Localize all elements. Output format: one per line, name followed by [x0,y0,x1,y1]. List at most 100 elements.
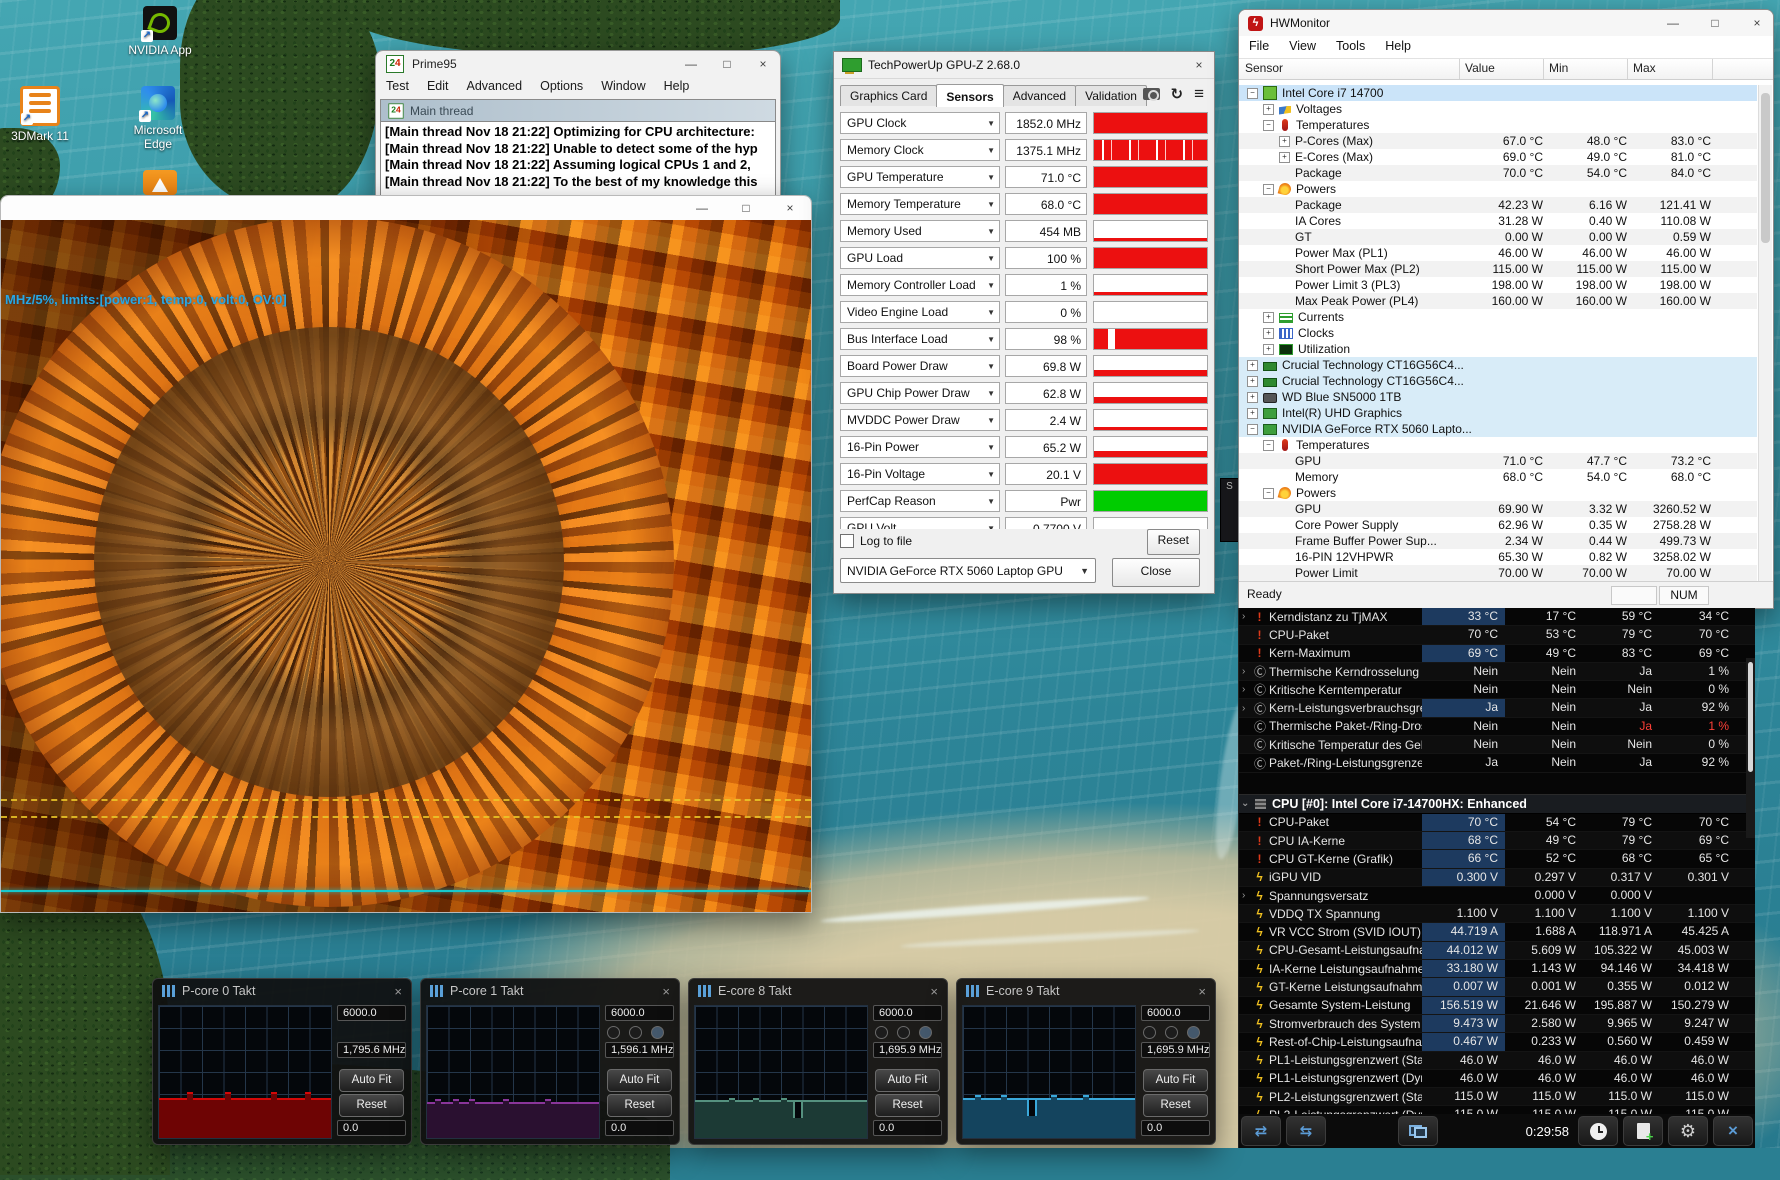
tree-expand-icon[interactable]: + [1263,104,1274,115]
hwinfo-sensor-row[interactable]: ϟGT-Kerne Leistungsaufnahme0.007 W0.001 … [1239,978,1755,996]
tree-expand-icon[interactable]: − [1247,88,1258,99]
col-value[interactable]: Value [1465,61,1495,75]
y-min-box[interactable]: 0.0 [1141,1120,1210,1136]
hwmonitor-tree-row[interactable]: GT0.00 W0.00 W0.59 W [1239,229,1757,245]
hwmonitor-tree-row[interactable]: +E-Cores (Max)69.0 °C49.0 °C81.0 °C [1239,149,1757,165]
tab-sensors[interactable]: Sensors [936,84,1003,107]
hwmonitor-tree-row[interactable]: −NVIDIA GeForce RTX 5060 Lapto... [1239,421,1757,437]
reset-button[interactable]: Reset [1147,529,1200,555]
arrows-swap-button[interactable]: ⇄ [1241,1116,1281,1146]
y-max-box[interactable]: 6000.0 [337,1005,406,1021]
minimize-button[interactable]: — [684,57,698,71]
hwmonitor-tree-row[interactable]: Short Power Max (PL2)115.00 W115.00 W115… [1239,261,1757,277]
reset-button[interactable]: Reset [1143,1094,1208,1117]
tree-expand-icon[interactable]: − [1263,184,1274,195]
auto-fit-button[interactable]: Auto Fit [607,1069,672,1092]
gpuz-sensor-dropdown[interactable]: Board Power Draw▼ [840,355,1000,377]
arrows-collapse-button[interactable]: ⇆ [1286,1116,1326,1146]
desktop-icon-partial[interactable] [122,170,198,198]
hwmonitor-tree-row[interactable]: 16-PIN 12VHPWR65.30 W0.82 W3258.02 W [1239,549,1757,565]
col-max[interactable]: Max [1633,61,1656,75]
gpu-select-dropdown[interactable]: NVIDIA GeForce RTX 5060 Laptop GPU ▼ [840,558,1096,583]
scrollbar[interactable] [1746,658,1755,838]
tree-expand-icon[interactable]: + [1279,152,1290,163]
gpuz-sensor-dropdown[interactable]: MVDDC Power Draw▼ [840,409,1000,431]
gpuz-sensor-dropdown[interactable]: GPU Load▼ [840,247,1000,269]
close-button[interactable]: × [783,201,797,215]
menu-view[interactable]: View [1289,39,1316,53]
hwmonitor-tree-row[interactable]: +Currents [1239,309,1757,325]
auto-fit-button[interactable]: Auto Fit [339,1069,404,1092]
hwinfo-sensor-row[interactable]: ϟiGPU VID0.300 V0.297 V0.317 V0.301 V [1239,869,1755,887]
hwmonitor-tree-row[interactable]: Package70.0 °C54.0 °C84.0 °C [1239,165,1757,181]
hwmonitor-tree-row[interactable]: +Intel(R) UHD Graphics [1239,405,1757,421]
hwinfo-sensor-row[interactable]: ›ⒸKern-Leistungsverbrauchsgre...JaNeinJa… [1239,699,1755,717]
maximize-button[interactable]: □ [720,57,734,71]
hwmonitor-tree-row[interactable]: −Powers [1239,485,1757,501]
hwinfo-sensor-row[interactable]: ⒸPaket-/Ring-Leistungsgrenze übe...JaNei… [1239,754,1755,772]
hwinfo-sensor-row[interactable]: ϟGesamte System-Leistung156.519 W21.646 … [1239,997,1755,1015]
reset-button[interactable]: Reset [607,1094,672,1117]
y-min-box[interactable]: 0.0 [337,1120,406,1136]
hwinfo-sensor-row[interactable]: ϟVR VCC Strom (SVID IOUT)44.719 A1.688 A… [1239,923,1755,941]
hwmonitor-tree-row[interactable]: Memory68.0 °C54.0 °C68.0 °C [1239,469,1757,485]
gpuz-sensor-dropdown[interactable]: 16-Pin Power▼ [840,436,1000,458]
hwinfo-sensor-row[interactable]: ⒸThermische Paket-/Ring-DrosselungNeinNe… [1239,718,1755,736]
tree-expand-icon[interactable]: + [1247,376,1258,387]
reset-button[interactable]: Reset [875,1094,940,1117]
tree-expand-icon[interactable]: + [1263,344,1274,355]
gpuz-sensor-dropdown[interactable]: Memory Clock▼ [840,139,1000,161]
maximize-button[interactable]: □ [1708,16,1722,30]
desktop-icon-3dmark11[interactable]: ↗ 3DMark 11 [2,86,78,143]
tree-expand-icon[interactable]: − [1247,424,1258,435]
maximize-button[interactable]: □ [739,201,753,215]
tree-expand-icon[interactable]: + [1247,360,1258,371]
menu-tools[interactable]: Tools [1336,39,1365,53]
series-toggle-circles[interactable] [1143,1026,1200,1039]
col-min[interactable]: Min [1549,61,1568,75]
gpuz-sensor-dropdown[interactable]: GPU Chip Power Draw▼ [840,382,1000,404]
hwinfo-sensor-row[interactable]: ϟPL2-Leistungsgrenzwert (Statisch)115.0 … [1239,1088,1755,1106]
minimize-button[interactable]: — [1666,16,1680,30]
settings-button[interactable]: ⚙ [1668,1116,1708,1146]
prime95-titlebar[interactable]: 24 Prime95 — □ × [376,51,780,77]
hwmonitor-tree-row[interactable]: Package42.23 W6.16 W121.41 W [1239,197,1757,213]
close-button[interactable]: × [1750,16,1764,30]
main-thread-titlebar[interactable]: 24 Main thread [381,100,775,121]
hwinfo-sensor-row[interactable]: ›ϟSpannungsversatz0.000 V0.000 V [1239,887,1755,905]
hwmonitor-tree-row[interactable]: −Temperatures [1239,437,1757,453]
gpuz-titlebar[interactable]: TechPowerUp GPU-Z 2.68.0 × [834,52,1214,79]
hwmonitor-tree-row[interactable]: −Temperatures [1239,117,1757,133]
hwinfo-sensor-row[interactable]: ϟPL1-Leistungsgrenzwert (Dynami...46.0 W… [1239,1070,1755,1088]
hwmonitor-tree-row[interactable]: Core Power Supply62.96 W0.35 W2758.28 W [1239,517,1757,533]
gpuz-sensor-dropdown[interactable]: GPU Temperature▼ [840,166,1000,188]
furmark-titlebar[interactable]: — □ × [1,196,811,220]
hwinfo-sensor-row[interactable]: ›!Kerndistanz zu TjMAX33 °C17 °C59 °C34 … [1239,608,1755,626]
series-toggle-circles[interactable] [607,1026,664,1039]
gpuz-sensor-dropdown[interactable]: Memory Temperature▼ [840,193,1000,215]
hwmonitor-tree-row[interactable]: +Voltages [1239,101,1757,117]
hwmonitor-tree-row[interactable]: Power Limit70.00 W70.00 W70.00 W [1239,565,1757,581]
background-window-edge[interactable]: S [1220,478,1239,542]
hwmonitor-tree-row[interactable]: Max Peak Power (PL4)160.00 W160.00 W160.… [1239,293,1757,309]
auto-fit-button[interactable]: Auto Fit [1143,1069,1208,1092]
graph-titlebar[interactable]: E-core 9 Takt × [957,979,1215,1003]
hwmonitor-tree-row[interactable]: GPU71.0 °C47.7 °C73.2 °C [1239,453,1757,469]
minimize-button[interactable]: — [695,201,709,215]
hwmonitor-tree-row[interactable]: Power Max (PL1)46.00 W46.00 W46.00 W [1239,245,1757,261]
tree-expand-icon[interactable]: − [1263,440,1274,451]
col-sensor[interactable]: Sensor [1245,61,1283,75]
series-toggle-circles[interactable] [875,1026,932,1039]
menu-window[interactable]: Window [601,79,645,93]
tree-expand-icon[interactable]: − [1263,120,1274,131]
graph-titlebar[interactable]: P-core 1 Takt × [421,979,679,1003]
menu-advanced[interactable]: Advanced [466,79,522,93]
tab-graphics-card[interactable]: Graphics Card [840,85,937,106]
tree-expand-icon[interactable]: + [1247,392,1258,403]
hwinfo-sensor-row[interactable]: ϟStromverbrauch des System Agent9.473 W2… [1239,1015,1755,1033]
reset-button[interactable]: Reset [339,1094,404,1117]
y-min-box[interactable]: 0.0 [605,1120,674,1136]
graph-titlebar[interactable]: E-core 8 Takt × [689,979,947,1003]
tree-expand-icon[interactable]: + [1279,136,1290,147]
hwinfo-sensor-row[interactable]: !CPU-Paket70 °C53 °C79 °C70 °C [1239,626,1755,644]
